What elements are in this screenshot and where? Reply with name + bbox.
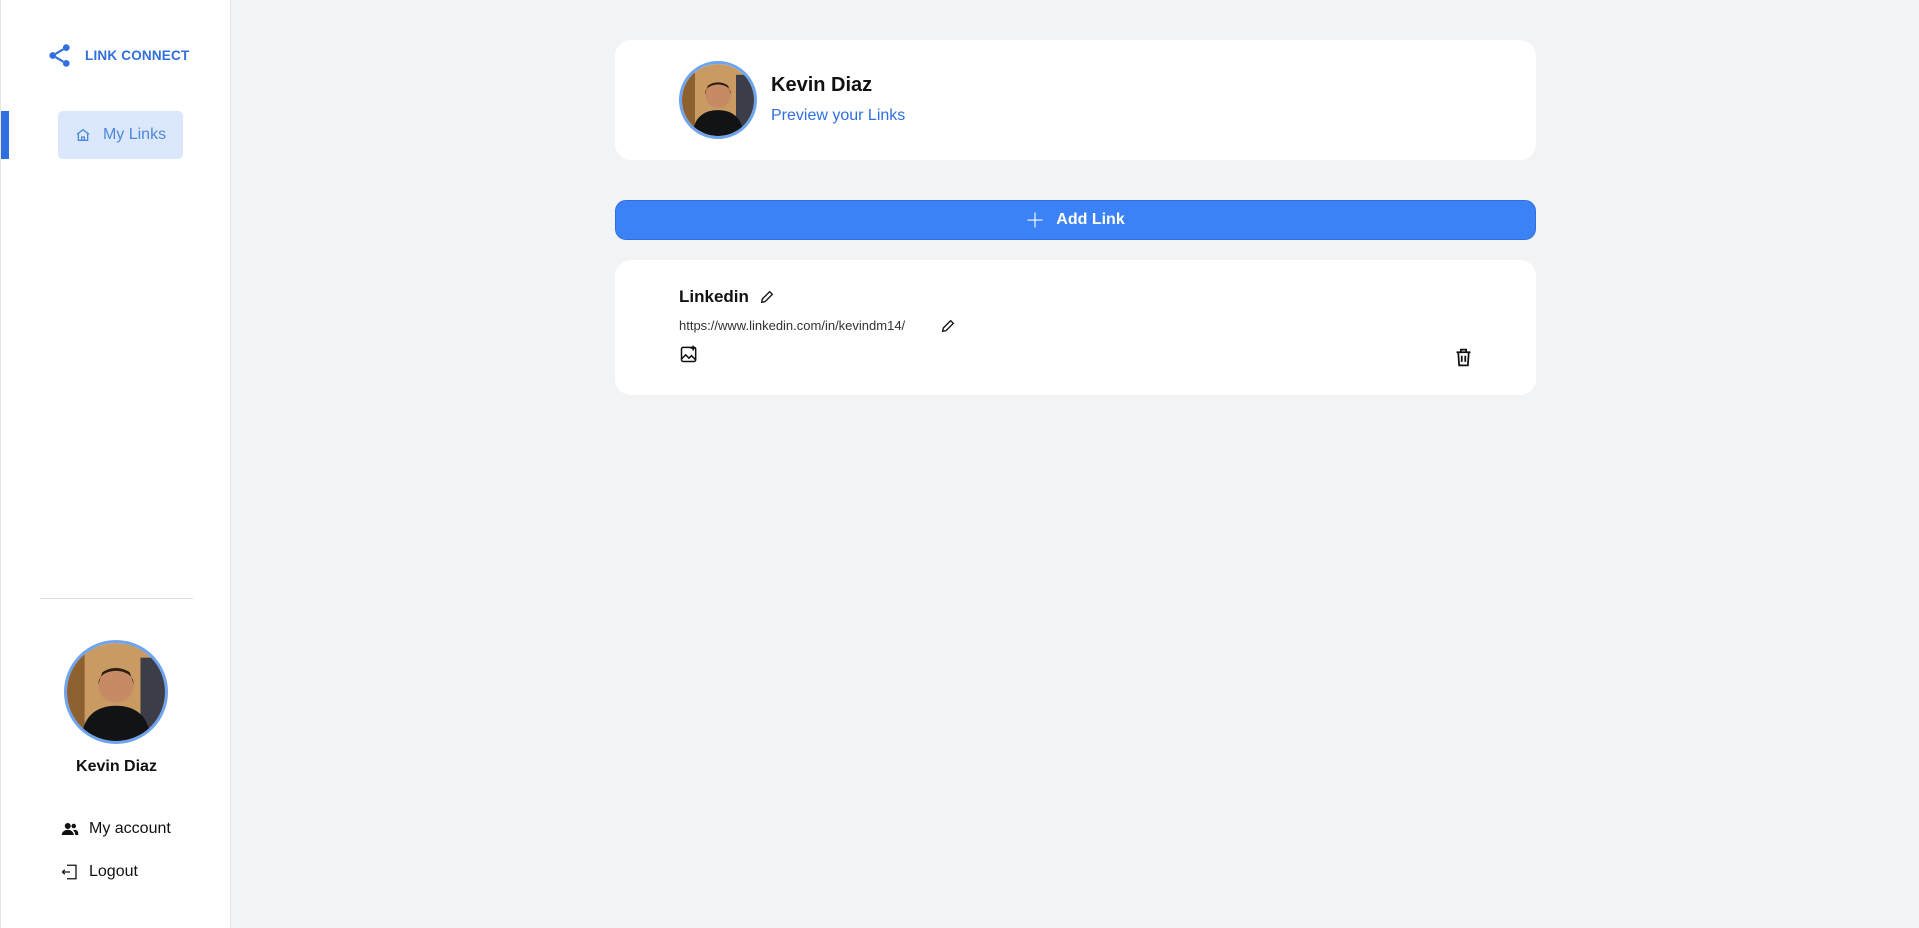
sidebar-item-my-links[interactable]: My Links (58, 111, 183, 159)
link-card: Linkedin https://www.linkedin.com/in/kev… (615, 260, 1536, 395)
edit-url-pencil-icon[interactable] (940, 318, 956, 334)
logout-label: Logout (89, 863, 138, 880)
sidebar-user-name: Kevin Diaz (76, 758, 157, 775)
profile-photo (67, 643, 165, 741)
share-icon (49, 44, 70, 67)
logout-link[interactable]: Logout (61, 863, 138, 881)
profile-photo (682, 64, 754, 136)
preview-links-link[interactable]: Preview your Links (771, 107, 905, 125)
add-link-label: Add Link (1056, 211, 1125, 228)
plus-icon (1027, 212, 1043, 228)
active-nav-indicator (1, 111, 9, 159)
link-url: https://www.linkedin.com/in/kevindm14/ (679, 318, 906, 333)
users-icon (61, 823, 79, 835)
delete-link-trash-icon[interactable] (1453, 347, 1474, 368)
profile-avatar (679, 61, 757, 139)
avatar (64, 640, 168, 744)
my-account-link[interactable]: My account (61, 820, 171, 838)
brand-name: LINK CONNECT (85, 48, 190, 63)
home-icon (76, 128, 90, 141)
add-link-button[interactable]: Add Link (615, 200, 1536, 240)
sidebar-divider (40, 598, 193, 599)
brand-logo[interactable]: LINK CONNECT (46, 42, 189, 69)
my-account-label: My account (89, 820, 171, 837)
edit-title-pencil-icon[interactable] (759, 289, 775, 305)
profile-name: Kevin Diaz (771, 74, 873, 96)
logout-icon (61, 864, 77, 880)
profile-card: Kevin Diaz Preview your Links (615, 40, 1536, 160)
sidebar: LINK CONNECT My Links Kevin Diaz My acco… (0, 0, 231, 928)
link-title: Linkedin (679, 287, 749, 306)
sidebar-item-label: My Links (102, 126, 167, 143)
add-image-icon[interactable] (679, 344, 699, 364)
